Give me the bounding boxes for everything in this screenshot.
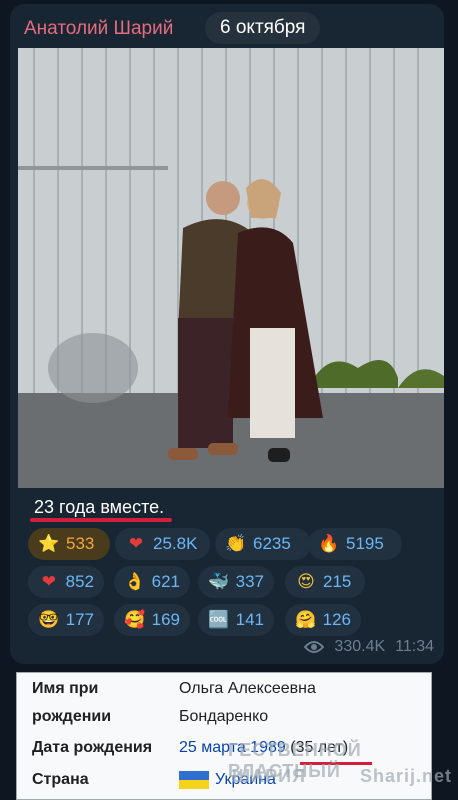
watermark-line-2: ШАРИЯ <box>232 766 306 786</box>
message-caption: 23 года вместе. <box>34 497 165 517</box>
sender-name[interactable]: Анатолий Шарий <box>24 18 173 40</box>
message-time: 11:34 <box>395 638 434 655</box>
reaction-heart-eyes[interactable]: 😍 215 <box>285 566 365 598</box>
fire-icon: 🔥 <box>318 534 340 554</box>
heart-eyes-icon: 😍 <box>297 572 315 592</box>
heart-on-fire-icon: ❤ <box>41 572 56 592</box>
cool-icon: 🆒 <box>208 610 230 630</box>
birth-name-line-1: Ольга Алексеевна <box>179 680 316 697</box>
reaction-heart-on-fire[interactable]: ❤ 852 <box>28 566 104 598</box>
reaction-ok-hand[interactable]: 👌 621 <box>114 566 190 598</box>
views-count: 330.4K <box>334 638 386 655</box>
reaction-count: 621 <box>151 572 180 591</box>
heart-icon: ❤ <box>128 534 144 554</box>
reaction-count: 177 <box>65 610 94 629</box>
reaction-star[interactable]: ⭐ 533 <box>28 528 110 560</box>
reaction-cool[interactable]: 🆒 141 <box>198 604 274 636</box>
caption-underline <box>30 518 172 522</box>
star-icon: ⭐ <box>38 534 60 554</box>
reaction-count: 5195 <box>346 534 384 553</box>
reaction-count: 141 <box>235 610 264 629</box>
dob-label: Дата рождения <box>32 739 153 756</box>
reaction-count: 852 <box>65 572 94 591</box>
clap-icon: 👏 <box>225 534 247 554</box>
reaction-count: 215 <box>323 572 352 591</box>
whale-icon: 🐳 <box>208 572 230 592</box>
watermark-site: Sharij.net <box>360 766 453 786</box>
ok-hand-icon: 👌 <box>124 572 146 592</box>
eye-icon <box>304 641 325 653</box>
reaction-count: 25.8K <box>153 534 198 553</box>
reaction-fire[interactable]: 🔥 5195 <box>308 528 402 560</box>
country-label: Страна <box>32 771 89 788</box>
hugging-face-icon: 🤗 <box>295 610 317 630</box>
birth-name-label-2: рождении <box>32 708 112 725</box>
reaction-whale[interactable]: 🐳 337 <box>198 566 274 598</box>
reaction-heart[interactable]: ❤ 25.8K <box>115 528 210 560</box>
reaction-count: 126 <box>322 610 351 629</box>
ukraine-flag-icon <box>179 771 209 789</box>
reaction-clap[interactable]: 👏 6235 <box>215 528 311 560</box>
reaction-count: 533 <box>66 534 95 553</box>
message-photo[interactable] <box>18 48 444 488</box>
reaction-hugging-face[interactable]: 🤗 126 <box>285 604 361 636</box>
date-badge: 6 октября <box>205 12 321 44</box>
birth-name-line-2: Бондаренко <box>179 708 269 725</box>
reaction-nerd-face[interactable]: 🤓 177 <box>28 604 104 636</box>
message-meta: 330.4K 11:34 <box>304 638 434 656</box>
birth-name-label-1: Имя при <box>32 680 99 697</box>
smiling-hearts-icon: 🥰 <box>124 610 146 630</box>
reaction-smiling-hearts[interactable]: 🥰 169 <box>114 604 190 636</box>
reaction-count: 6235 <box>253 534 291 553</box>
reaction-count: 337 <box>235 572 264 591</box>
nerd-face-icon: 🤓 <box>38 610 60 630</box>
reaction-count: 169 <box>151 610 180 629</box>
